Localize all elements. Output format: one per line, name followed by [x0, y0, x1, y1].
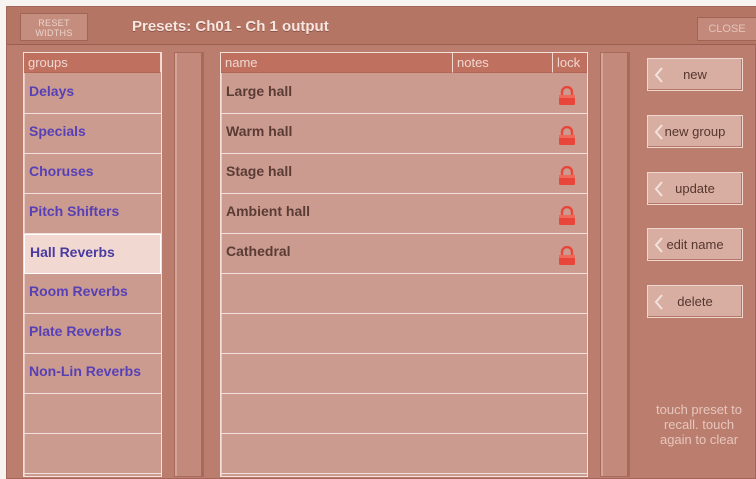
lock-icon[interactable]: [558, 204, 576, 225]
presets-scrollbar[interactable]: [600, 52, 630, 477]
group-item[interactable]: [24, 394, 161, 434]
preset-row[interactable]: Ambient hall: [221, 194, 587, 234]
presets-table: name notes lock Large hall Warm hall Stage…: [220, 52, 588, 477]
lock-icon[interactable]: [558, 244, 576, 265]
preset-name: Stage hall: [226, 163, 293, 179]
close-button[interactable]: CLOSE: [697, 17, 756, 41]
group-item[interactable]: Choruses: [24, 154, 161, 194]
lock-icon[interactable]: [558, 84, 576, 105]
preset-name: Warm hall: [226, 123, 293, 139]
groups-header: groups: [24, 53, 161, 73]
recall-hint: touch preset to recall. touch again to c…: [656, 402, 742, 447]
preset-row[interactable]: Stage hall: [221, 154, 587, 194]
new-group-button-label: new group: [664, 124, 726, 139]
chevron-left-icon: [654, 294, 663, 310]
window-title: Presets: Ch01 - Ch 1 output: [132, 18, 329, 35]
presets-window: RESET WIDTHS Presets: Ch01 - Ch 1 output…: [6, 6, 756, 479]
group-item[interactable]: Hall Reverbs: [24, 234, 161, 274]
reset-widths-label: RESET WIDTHS: [35, 18, 73, 38]
group-item[interactable]: Plate Reverbs: [24, 314, 161, 354]
new-button-label: new: [683, 67, 707, 82]
preset-row[interactable]: Large hall: [221, 74, 587, 114]
groups-list: groups Delays Specials Choruses Pitch Shift…: [23, 52, 162, 477]
group-item[interactable]: Delays: [24, 74, 161, 114]
chevron-left-icon: [654, 67, 663, 83]
chevron-left-icon: [654, 237, 663, 253]
preset-row[interactable]: Cathedral: [221, 234, 587, 274]
chevron-left-icon: [654, 124, 663, 140]
column-header-lock[interactable]: lock: [553, 53, 587, 73]
delete-button[interactable]: delete: [647, 285, 743, 318]
preset-row[interactable]: [221, 434, 587, 474]
preset-row[interactable]: [221, 394, 587, 434]
group-item[interactable]: Specials: [24, 114, 161, 154]
lock-icon[interactable]: [558, 164, 576, 185]
preset-row[interactable]: [221, 314, 587, 354]
preset-row[interactable]: Warm hall: [221, 114, 587, 154]
groups-scrollbar[interactable]: [174, 52, 204, 477]
update-button-label: update: [675, 181, 715, 196]
new-group-button[interactable]: new group: [647, 115, 743, 148]
title-bar: RESET WIDTHS Presets: Ch01 - Ch 1 output…: [7, 7, 756, 45]
preset-name: Cathedral: [226, 243, 291, 259]
preset-name: Large hall: [226, 83, 293, 99]
lock-icon[interactable]: [558, 124, 576, 145]
column-header-name[interactable]: name: [221, 53, 453, 73]
delete-button-label: delete: [677, 294, 713, 309]
group-item[interactable]: Non-Lin Reverbs: [24, 354, 161, 394]
edit-name-button[interactable]: edit name: [647, 228, 743, 261]
chevron-left-icon: [654, 181, 663, 197]
preset-row[interactable]: [221, 354, 587, 394]
preset-name: Ambient hall: [226, 203, 311, 219]
group-item[interactable]: Pitch Shifters: [24, 194, 161, 234]
column-header-notes[interactable]: notes: [453, 53, 553, 73]
preset-row[interactable]: [221, 274, 587, 314]
update-button[interactable]: update: [647, 172, 743, 205]
edit-name-button-label: edit name: [666, 237, 724, 252]
reset-widths-button[interactable]: RESET WIDTHS: [20, 13, 88, 41]
group-item[interactable]: Room Reverbs: [24, 274, 161, 314]
new-button[interactable]: new: [647, 58, 743, 91]
group-item[interactable]: [24, 434, 161, 474]
